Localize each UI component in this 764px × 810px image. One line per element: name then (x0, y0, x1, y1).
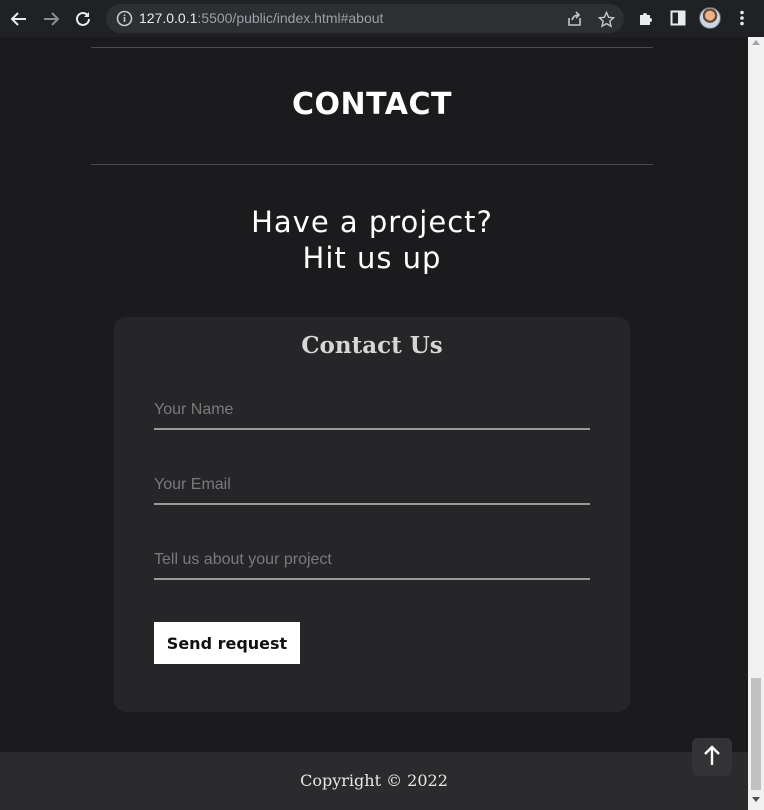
copyright-text: Copyright © 2022 (300, 771, 448, 790)
address-bar[interactable]: 127.0.0.1:5500/public/index.html#about (106, 4, 624, 33)
browser-toolbar: 127.0.0.1:5500/public/index.html#about (0, 0, 764, 37)
divider-top (91, 47, 653, 48)
share-icon[interactable] (564, 9, 584, 29)
section-heading: CONTACT (292, 87, 452, 122)
divider-bottom (91, 164, 653, 165)
forward-arrow-icon[interactable] (38, 6, 64, 32)
tagline-line-2: Hit us up (302, 241, 442, 275)
tagline: Have a project? Hit us up (91, 204, 653, 276)
contact-form: Contact Us Send request (114, 317, 630, 712)
star-icon[interactable] (596, 9, 616, 29)
reload-icon[interactable] (70, 6, 96, 32)
send-request-button[interactable]: Send request (154, 622, 300, 664)
footer: Copyright © 2022 (0, 752, 748, 810)
form-title: Contact Us (301, 332, 443, 359)
scroll-to-top-button[interactable] (692, 738, 732, 776)
profile-avatar[interactable] (699, 7, 721, 29)
url-text: 127.0.0.1:5500/public/index.html#about (139, 10, 384, 26)
info-icon[interactable] (116, 10, 133, 32)
project-input[interactable] (154, 542, 590, 578)
project-field (154, 542, 590, 580)
side-panel-icon[interactable] (667, 7, 689, 29)
email-input[interactable] (154, 467, 590, 503)
arrow-up-icon (703, 744, 721, 770)
scroll-down-arrow-icon[interactable] (752, 797, 760, 802)
tagline-line-1: Have a project? (251, 205, 493, 239)
page-content: CONTACT Have a project? Hit us up Contac… (0, 37, 748, 810)
name-input[interactable] (154, 392, 590, 428)
back-arrow-icon[interactable] (6, 6, 32, 32)
puzzle-icon[interactable] (635, 7, 657, 29)
scrollbar-thumb[interactable] (751, 678, 761, 790)
name-field (154, 392, 590, 430)
kebab-menu-icon[interactable] (731, 7, 753, 29)
scroll-up-arrow-icon[interactable] (752, 40, 760, 45)
email-field (154, 467, 590, 505)
